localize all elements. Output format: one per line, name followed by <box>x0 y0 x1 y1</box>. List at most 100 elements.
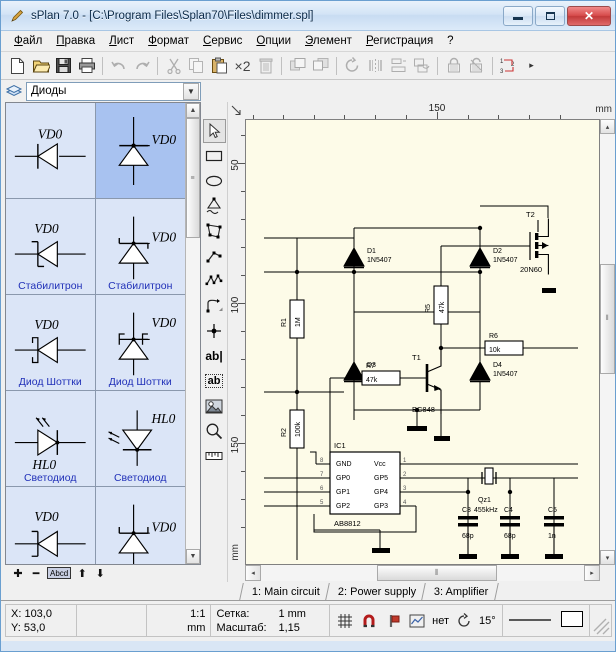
remove-symbol-button[interactable]: ━ <box>29 566 43 580</box>
menu-registration[interactable]: Регистрация <box>359 33 440 49</box>
library-scroll-track[interactable]: ≡ <box>186 118 200 549</box>
copy-icon[interactable] <box>185 55 208 77</box>
minimize-button[interactable] <box>503 5 533 26</box>
send-back-icon[interactable] <box>309 55 332 77</box>
window-titlebar[interactable]: sPlan 7.0 - [C:\Program Files\Splan70\Fi… <box>1 1 615 31</box>
delete-trash-icon[interactable] <box>254 55 277 77</box>
library-item-zener-horizontal[interactable]: VD0 Стабилитрон <box>6 199 96 295</box>
menu-edit[interactable]: Правка <box>49 33 102 49</box>
solid-line-sample[interactable] <box>508 615 552 627</box>
library-combo[interactable]: Диоды ▼ <box>26 81 201 101</box>
library-scroll-thumb[interactable]: ≡ <box>186 118 200 238</box>
grid-label: Сетка: <box>216 607 250 620</box>
rectangle-tool[interactable] <box>203 144 226 168</box>
canvas-hscroll-thumb[interactable]: ⦀ <box>377 565 498 581</box>
resize-grip[interactable] <box>588 604 612 637</box>
lock-icon[interactable] <box>442 55 465 77</box>
line-tool[interactable] <box>203 244 226 268</box>
library-item-led-horizontal[interactable]: HL0 Светодиод <box>6 391 96 487</box>
library-item-diode-vertical[interactable]: VD0 <box>95 103 185 199</box>
arc-tool[interactable] <box>203 294 226 318</box>
add-symbol-button[interactable]: ✚ <box>11 566 25 580</box>
save-disk-icon[interactable] <box>52 55 75 77</box>
image-tool[interactable] <box>203 394 226 418</box>
print-icon[interactable] <box>75 55 98 77</box>
library-item-tunnel-horizontal[interactable]: VD0 Туннельный диод <box>6 487 96 564</box>
canvas-vertical-scrollbar[interactable]: ▴ ⦀ ▾ <box>600 119 615 565</box>
ellipse-tool[interactable] <box>203 169 226 193</box>
library-item-diode-horizontal[interactable]: VD0 <box>6 103 96 199</box>
special-shape-tool[interactable] <box>203 194 226 218</box>
canvas-scroll-right-button[interactable]: ▸ <box>584 565 600 581</box>
measure-ruler-tool[interactable] <box>203 444 226 468</box>
resize-diagonal-icon[interactable] <box>228 102 245 119</box>
menu-options[interactable]: Опции <box>249 33 298 49</box>
library-scrollbar[interactable]: ▲ ≡ ▼ <box>185 103 200 564</box>
menu-file[interactable]: Файл <box>7 33 49 49</box>
library-item-schottky-horizontal[interactable]: VD0 Диод Шоттки <box>6 295 96 391</box>
library-scroll-down-button[interactable]: ▼ <box>186 548 200 564</box>
grid-zoom-indicator[interactable]: Сетка: 1 mm Масштаб: 1,15 <box>210 604 331 637</box>
cut-scissors-icon[interactable] <box>162 55 185 77</box>
numbering-icon[interactable]: 1 2 3 <box>497 55 520 77</box>
duplicate-x2-icon[interactable]: ×2 <box>231 55 254 77</box>
library-item-led-vertical[interactable]: HL0 Светодиод <box>95 391 185 487</box>
paste-icon[interactable] <box>208 55 231 77</box>
tab-power-supply[interactable]: 2: Power supply <box>325 583 426 600</box>
open-folder-icon[interactable] <box>29 55 52 77</box>
style-preview[interactable] <box>501 604 590 637</box>
canvas-scroll-up-button[interactable]: ▴ <box>600 119 615 134</box>
polygon-tool[interactable] <box>203 219 226 243</box>
canvas-scroll-down-button[interactable]: ▾ <box>600 550 615 565</box>
magnet-snap-icon[interactable] <box>360 612 378 630</box>
group-icon[interactable] <box>410 55 433 77</box>
point-tool[interactable] <box>203 319 226 343</box>
menu-element[interactable]: Элемент <box>298 33 359 49</box>
schematic-canvas[interactable]: D1 1N5407 D2 1N5407 D3 D4 1N5407 R1 1M R… <box>245 119 600 565</box>
canvas-vscroll-thumb[interactable]: ⦀ <box>600 264 615 374</box>
redo-icon[interactable] <box>130 55 153 77</box>
move-down-button[interactable]: ⬇ <box>93 566 107 580</box>
close-button[interactable]: ✕ <box>567 5 611 26</box>
canvas-scroll-left-button[interactable]: ◂ <box>245 565 261 581</box>
rotate-angle-icon[interactable] <box>455 612 473 630</box>
menu-service[interactable]: Сервис <box>196 33 249 49</box>
toolbar-overflow-icon[interactable]: ▸ <box>520 55 543 77</box>
menu-help[interactable]: ? <box>440 33 460 49</box>
bring-front-icon[interactable] <box>286 55 309 77</box>
library-item-zener-vertical[interactable]: VD0 Стабилитрон <box>95 199 185 295</box>
chevron-down-icon[interactable]: ▼ <box>183 82 199 100</box>
tab-amplifier[interactable]: 3: Amplifier <box>421 583 499 600</box>
menu-sheet[interactable]: Лист <box>102 33 141 49</box>
schematic-drawing[interactable]: D1 1N5407 D2 1N5407 D3 D4 1N5407 R1 1M R… <box>246 120 588 565</box>
rename-symbol-button[interactable]: Abcd <box>47 567 72 580</box>
rectangle-sample[interactable] <box>560 610 584 631</box>
textbox-tool[interactable]: ab <box>203 369 226 393</box>
tab-main-circuit[interactable]: 1: Main circuit <box>239 583 330 600</box>
polyline-tool[interactable] <box>203 269 226 293</box>
grid-icon[interactable] <box>336 612 354 630</box>
zoom-tool[interactable] <box>203 419 226 443</box>
move-up-button[interactable]: ⬆ <box>75 566 89 580</box>
align-icon[interactable] <box>387 55 410 77</box>
maximize-button[interactable] <box>535 5 565 26</box>
mirror-horizontal-icon[interactable] <box>364 55 387 77</box>
library-item-tunnel-vertical[interactable]: VD0 Туннельный диод <box>95 487 185 564</box>
canvas-horizontal-scrollbar[interactable]: ◂ ⦀ ▸ <box>245 565 600 581</box>
text-tool[interactable]: ab| <box>203 344 226 368</box>
ruler-vertical[interactable]: 50 100 150 mm <box>228 119 245 565</box>
canvas-vscroll-track[interactable]: ⦀ <box>600 134 615 550</box>
chart-icon[interactable] <box>408 612 426 630</box>
menu-format[interactable]: Формат <box>141 33 196 49</box>
library-item-schottky-vertical[interactable]: VD0 Диод Шоттки <box>95 295 185 391</box>
scale-indicator[interactable]: 1:1 mm <box>146 604 212 637</box>
new-file-icon[interactable] <box>6 55 29 77</box>
library-scroll-up-button[interactable]: ▲ <box>186 103 200 118</box>
pin-marker-icon[interactable] <box>384 612 402 630</box>
undo-icon[interactable] <box>107 55 130 77</box>
unlock-icon[interactable] <box>465 55 488 77</box>
ruler-horizontal[interactable]: 150 mm <box>245 102 615 119</box>
select-arrow-tool[interactable] <box>202 119 226 143</box>
canvas-hscroll-track[interactable]: ⦀ <box>261 565 584 581</box>
rotate-icon[interactable] <box>341 55 364 77</box>
